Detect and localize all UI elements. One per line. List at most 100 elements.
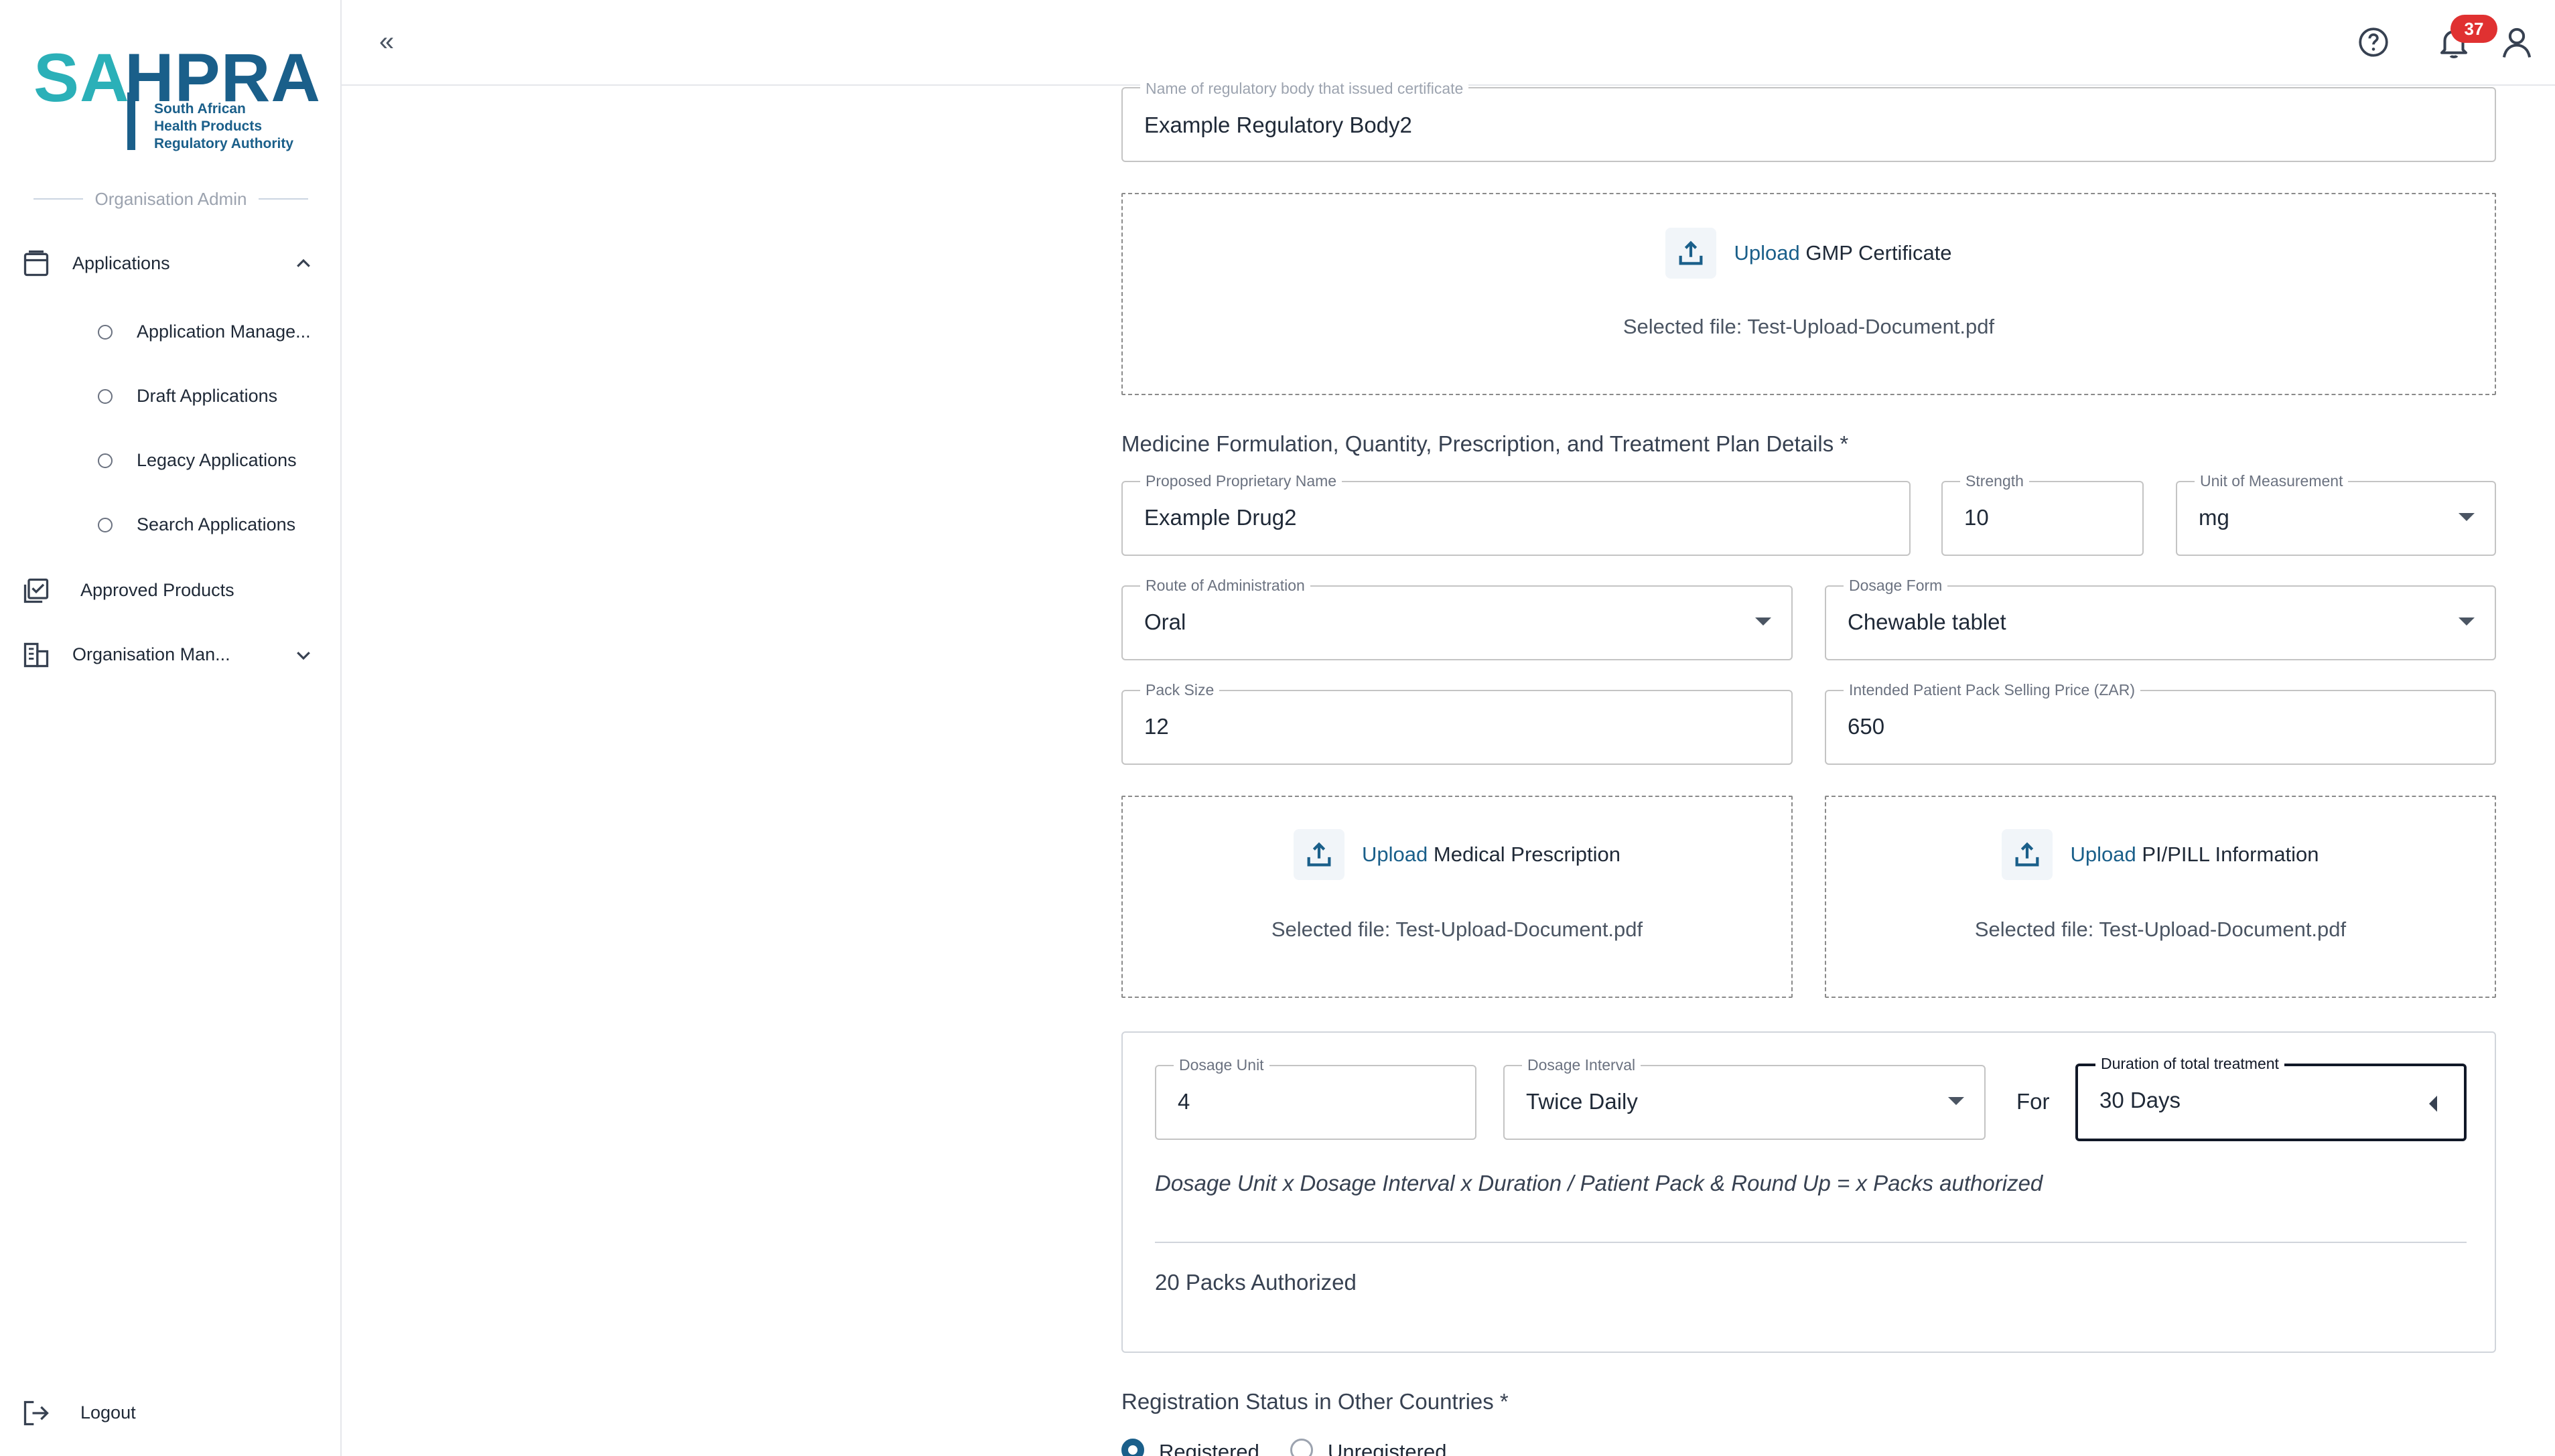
pack-size-label: Pack Size	[1140, 680, 1220, 699]
strength-field[interactable]: Strength 10	[1941, 471, 2144, 556]
logo-line-1: South African	[154, 101, 246, 117]
dropdown-arrow-icon[interactable]	[2459, 513, 2475, 521]
dosage-unit-field[interactable]: Dosage Unit 4	[1155, 1055, 1476, 1140]
duration-of-treatment-field[interactable]: Duration of total treatment 30 Days	[2075, 1054, 2467, 1141]
help-icon[interactable]	[2357, 25, 2390, 59]
logo-line-3: Regulatory Authority	[154, 136, 294, 151]
dosage-unit-label: Dosage Unit	[1174, 1055, 1269, 1074]
logo-subtitle: South African Health Products Regulatory…	[154, 100, 293, 153]
packs-authorized-result: 20 Packs Authorized	[1155, 1270, 1357, 1295]
prescription-selected-file: Selected file: Test-Upload-Document.pdf	[1271, 918, 1643, 941]
sidebar: SA HPRA South African Health Products Re…	[0, 0, 342, 1456]
chevron-down-icon[interactable]	[293, 645, 314, 665]
gmp-certificate-upload[interactable]: Upload GMP Certificate Selected file: Te…	[1121, 193, 2496, 395]
route-of-administration-select[interactable]: Route of Administration Oral	[1121, 576, 1793, 660]
sidebar-subitem-label: Search Applications	[137, 514, 296, 534]
chevron-up-icon[interactable]	[293, 254, 314, 274]
radio-registered-label: Registered	[1159, 1440, 1259, 1456]
pi-selected-file: Selected file: Test-Upload-Document.pdf	[1974, 918, 2347, 941]
pack-size-field[interactable]: Pack Size 12	[1121, 680, 1793, 765]
role-rule-right	[259, 198, 308, 200]
sidebar-subitem-label: Legacy Applications	[137, 450, 297, 470]
route-of-administration-label: Route of Administration	[1140, 576, 1310, 595]
sidebar-subitem-application-management[interactable]: Application Manage...	[0, 308, 340, 356]
selling-price-field[interactable]: Intended Patient Pack Selling Price (ZAR…	[1825, 680, 2496, 765]
sidebar-subitem-search-applications[interactable]: Search Applications	[0, 501, 340, 549]
strength-label: Strength	[1960, 471, 2029, 490]
medical-prescription-upload[interactable]: Upload Medical Prescription Selected fil…	[1121, 796, 1793, 998]
proprietary-name-field[interactable]: Proposed Proprietary Name Example Drug2	[1121, 471, 1911, 556]
sidebar-item-organisation-management[interactable]: Organisation Man...	[0, 631, 340, 679]
pi-upload-text[interactable]: Upload PI/PILL Information	[2070, 843, 2319, 867]
upload-icon[interactable]	[1294, 829, 1344, 880]
calc-divider	[1155, 1242, 2467, 1243]
prescription-upload-label: Medical Prescription	[1433, 843, 1620, 866]
section-title-formulation: Medicine Formulation, Quantity, Prescrip…	[1121, 431, 1849, 456]
role-rule-left	[33, 198, 83, 200]
dosage-interval-select[interactable]: Dosage Interval Twice Daily	[1503, 1055, 1986, 1140]
caret-left-icon[interactable]	[2426, 1094, 2440, 1113]
selling-price-label: Intended Patient Pack Selling Price (ZAR…	[1844, 680, 2140, 699]
logout-icon	[23, 1400, 49, 1426]
selling-price-value: 650	[1848, 714, 1885, 739]
collapse-sidebar-button[interactable]: «	[379, 27, 394, 57]
sidebar-item-approved-products-label: Approved Products	[80, 580, 234, 600]
sahpra-logo[interactable]: SA HPRA South African Health Products Re…	[33, 39, 320, 159]
sidebar-item-approved-products[interactable]: Approved Products	[0, 567, 340, 615]
dropdown-arrow-icon[interactable]	[2459, 617, 2475, 626]
for-label: For	[2016, 1089, 2050, 1114]
sidebar-item-organisation-label: Organisation Man...	[72, 644, 230, 664]
dosage-calculation-panel: Dosage Unit 4 Dosage Interval Twice Dail…	[1121, 1031, 2496, 1353]
pi-upload-row: Upload PI/PILL Information	[1826, 829, 2495, 880]
sidebar-subitem-draft-applications[interactable]: Draft Applications	[0, 372, 340, 421]
circle-icon	[98, 518, 113, 532]
gmp-upload-row: Upload GMP Certificate	[1123, 228, 2495, 279]
upload-icon[interactable]	[2002, 829, 2053, 880]
notification-count-badge: 37	[2450, 15, 2497, 43]
unit-of-measurement-select[interactable]: Unit of Measurement mg	[2176, 471, 2496, 556]
duration-of-treatment-value: 30 Days	[2099, 1088, 2181, 1112]
radio-unregistered[interactable]	[1290, 1439, 1313, 1456]
regulatory-body-value: Example Regulatory Body2	[1144, 113, 1412, 137]
packs-formula: Dosage Unit x Dosage Interval x Duration…	[1155, 1171, 2043, 1195]
sidebar-item-logout[interactable]: Logout	[0, 1389, 340, 1437]
building-icon	[23, 642, 49, 668]
pi-upload-label: PI/PILL Information	[2142, 843, 2319, 866]
pi-upload-link[interactable]: Upload	[2070, 843, 2136, 866]
prescription-upload-link[interactable]: Upload	[1362, 843, 1428, 866]
prescription-upload-row: Upload Medical Prescription	[1123, 829, 1791, 880]
top-bar: « 37	[342, 0, 2555, 86]
dosage-unit-value: 4	[1178, 1089, 1190, 1114]
circle-icon	[98, 325, 113, 340]
sidebar-subitem-label: Draft Applications	[137, 386, 278, 406]
regulatory-body-label: Name of regulatory body that issued cert…	[1140, 79, 1469, 98]
radio-unregistered-label: Unregistered	[1328, 1440, 1447, 1456]
pi-pill-upload[interactable]: Upload PI/PILL Information Selected file…	[1825, 796, 2496, 998]
regulatory-body-field[interactable]: Name of regulatory body that issued cert…	[1121, 79, 2496, 162]
prescription-upload-text[interactable]: Upload Medical Prescription	[1362, 843, 1620, 867]
sidebar-item-logout-label: Logout	[80, 1402, 136, 1423]
applications-icon	[23, 250, 49, 277]
dosage-form-select[interactable]: Dosage Form Chewable tablet	[1825, 576, 2496, 660]
role-label: Organisation Admin	[94, 188, 247, 209]
dropdown-arrow-icon[interactable]	[1948, 1097, 1964, 1105]
circle-icon	[98, 389, 113, 404]
circle-icon	[98, 453, 113, 468]
dosage-interval-label: Dosage Interval	[1522, 1055, 1641, 1074]
upload-icon[interactable]	[1665, 228, 1717, 279]
gmp-upload-link[interactable]: Upload	[1734, 241, 1799, 265]
dosage-form-label: Dosage Form	[1844, 576, 1948, 595]
radio-registered[interactable]	[1121, 1439, 1144, 1456]
sidebar-subitem-legacy-applications[interactable]: Legacy Applications	[0, 437, 340, 485]
sidebar-item-applications-label: Applications	[72, 253, 170, 273]
gmp-upload-text[interactable]: Upload GMP Certificate	[1734, 241, 1951, 265]
logo-line-2: Health Products	[154, 119, 263, 134]
dropdown-arrow-icon[interactable]	[1755, 617, 1771, 626]
section-title-registration-status: Registration Status in Other Countries *	[1121, 1389, 1509, 1414]
duration-of-treatment-label: Duration of total treatment	[2095, 1054, 2284, 1073]
sidebar-item-applications[interactable]: Applications	[0, 240, 340, 288]
role-divider: Organisation Admin	[33, 189, 308, 209]
user-icon[interactable]	[2499, 24, 2535, 60]
sidebar-subitem-label: Application Manage...	[137, 321, 311, 342]
strength-value: 10	[1964, 505, 1989, 530]
